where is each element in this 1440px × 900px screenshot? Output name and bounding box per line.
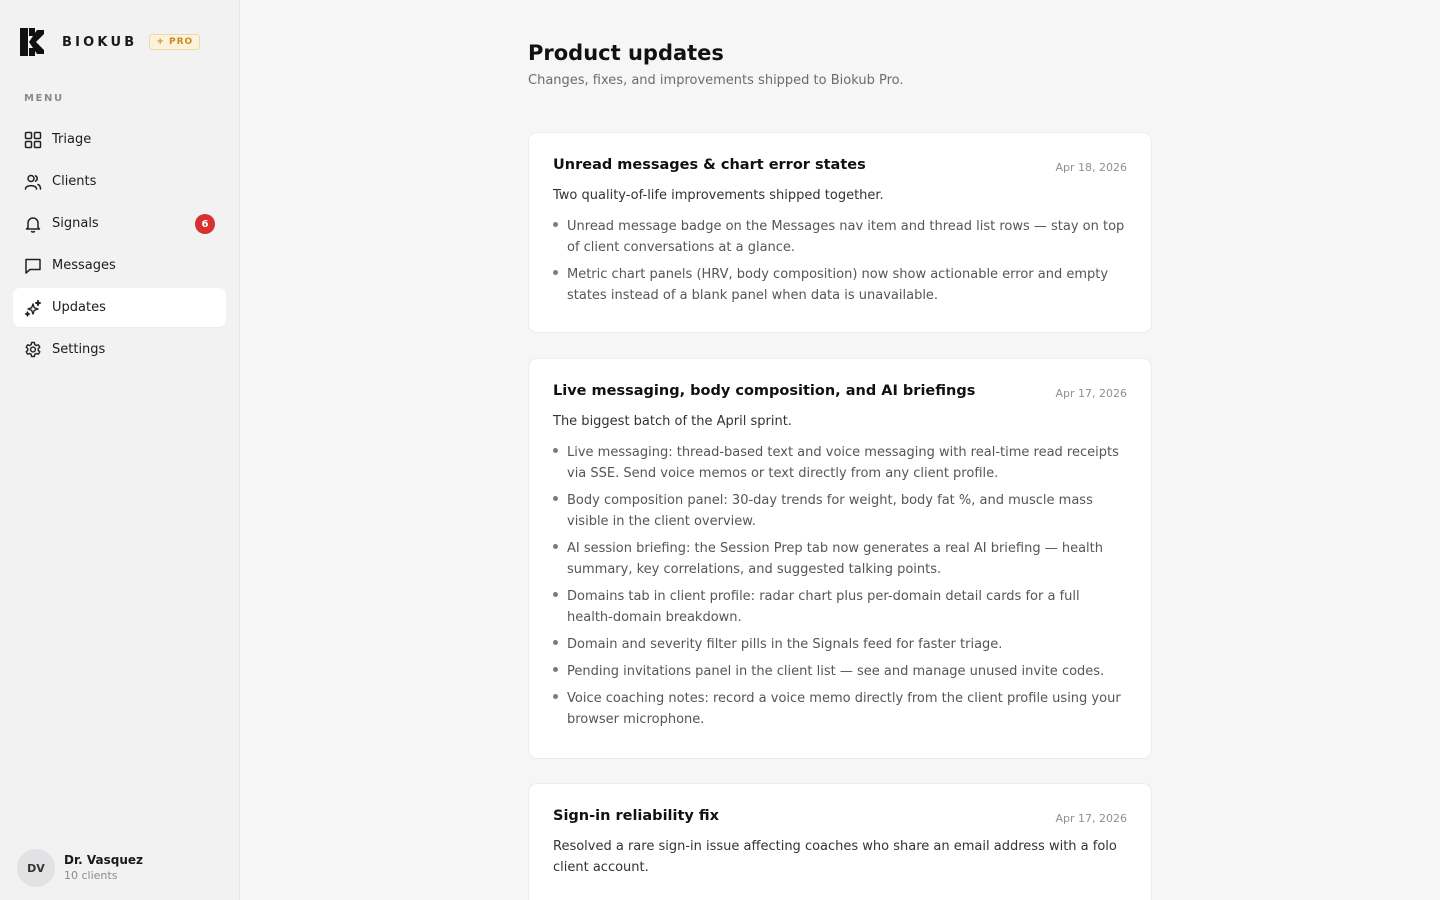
- signals-count-badge: 6: [195, 214, 215, 234]
- brand[interactable]: BIOKUB + PRO: [20, 28, 201, 56]
- update-card: Sign-in reliability fix Apr 17, 2026 Res…: [528, 783, 1152, 900]
- page-title: Product updates: [528, 41, 724, 65]
- users-icon: [24, 173, 42, 191]
- sidebar-item-label: Signals: [52, 216, 99, 231]
- page-subtitle: Changes, fixes, and improvements shipped…: [528, 73, 904, 88]
- sidebar-item-signals[interactable]: Signals 6: [13, 204, 226, 243]
- update-title: Unread messages & chart error states: [553, 157, 866, 173]
- sidebar-item-label: Updates: [52, 300, 106, 315]
- sidebar-item-updates[interactable]: Updates: [13, 288, 226, 327]
- update-card: Live messaging, body composition, and AI…: [528, 358, 1152, 759]
- user-profile[interactable]: DV Dr. Vasquez 10 clients: [17, 849, 143, 887]
- sidebar-nav: Triage Clients Signals 6 Messages Update…: [13, 120, 226, 372]
- update-list: Live messaging: thread-based text and vo…: [553, 442, 1127, 730]
- update-list-item: Domains tab in client profile: radar cha…: [553, 586, 1127, 628]
- sidebar-item-label: Triage: [52, 132, 92, 147]
- sidebar-item-settings[interactable]: Settings: [13, 330, 226, 369]
- update-description: Resolved a rare sign-in issue affecting …: [553, 839, 1117, 875]
- update-list-item: Live messaging: thread-based text and vo…: [553, 442, 1127, 484]
- user-client-count: 10 clients: [64, 868, 118, 882]
- sidebar-item-clients[interactable]: Clients: [13, 162, 226, 201]
- sidebar: BIOKUB + PRO MENU Triage Clients Signals…: [0, 0, 240, 900]
- update-list-item: Unread message badge on the Messages nav…: [553, 216, 1127, 258]
- user-info: Dr. Vasquez 10 clients: [64, 853, 143, 884]
- grid-icon: [24, 131, 42, 149]
- sparkles-icon: [24, 299, 42, 317]
- update-list-item: Body composition panel: 30-day trends fo…: [553, 490, 1127, 532]
- user-name: Dr. Vasquez: [64, 852, 144, 867]
- brand-name: BIOKUB: [62, 34, 138, 50]
- update-list-item: Metric chart panels (HRV, body compositi…: [553, 264, 1127, 306]
- update-description: Two quality-of-life improvements shipped…: [553, 188, 884, 203]
- bell-icon: [24, 215, 42, 233]
- update-list-item: Voice coaching notes: record a voice mem…: [553, 688, 1127, 730]
- biokub-logo-icon: [20, 28, 44, 56]
- sidebar-item-triage[interactable]: Triage: [13, 120, 226, 159]
- update-list-item: AI session briefing: the Session Prep ta…: [553, 538, 1127, 580]
- update-description: The biggest batch of the April sprint.: [553, 414, 792, 429]
- avatar: DV: [17, 849, 55, 887]
- update-date: Apr 18, 2026: [1055, 161, 1127, 174]
- sidebar-item-messages[interactable]: Messages: [13, 246, 226, 285]
- update-date: Apr 17, 2026: [1055, 812, 1127, 825]
- sidebar-item-label: Clients: [52, 174, 97, 189]
- update-list: Unread message badge on the Messages nav…: [553, 216, 1127, 306]
- menu-heading: MENU: [24, 93, 64, 104]
- update-title: Live messaging, body composition, and AI…: [553, 383, 976, 399]
- update-card: Unread messages & chart error states Apr…: [528, 132, 1152, 333]
- sidebar-item-label: Settings: [52, 342, 106, 357]
- sidebar-item-label: Messages: [52, 258, 116, 273]
- update-title: Sign-in reliability fix: [553, 808, 720, 824]
- update-list-item: Pending invitations panel in the client …: [553, 661, 1127, 682]
- message-icon: [24, 257, 42, 275]
- pro-badge: + PRO: [149, 34, 201, 50]
- update-list-item: Domain and severity filter pills in the …: [553, 634, 1127, 655]
- update-date: Apr 17, 2026: [1055, 387, 1127, 400]
- gear-icon: [24, 341, 42, 359]
